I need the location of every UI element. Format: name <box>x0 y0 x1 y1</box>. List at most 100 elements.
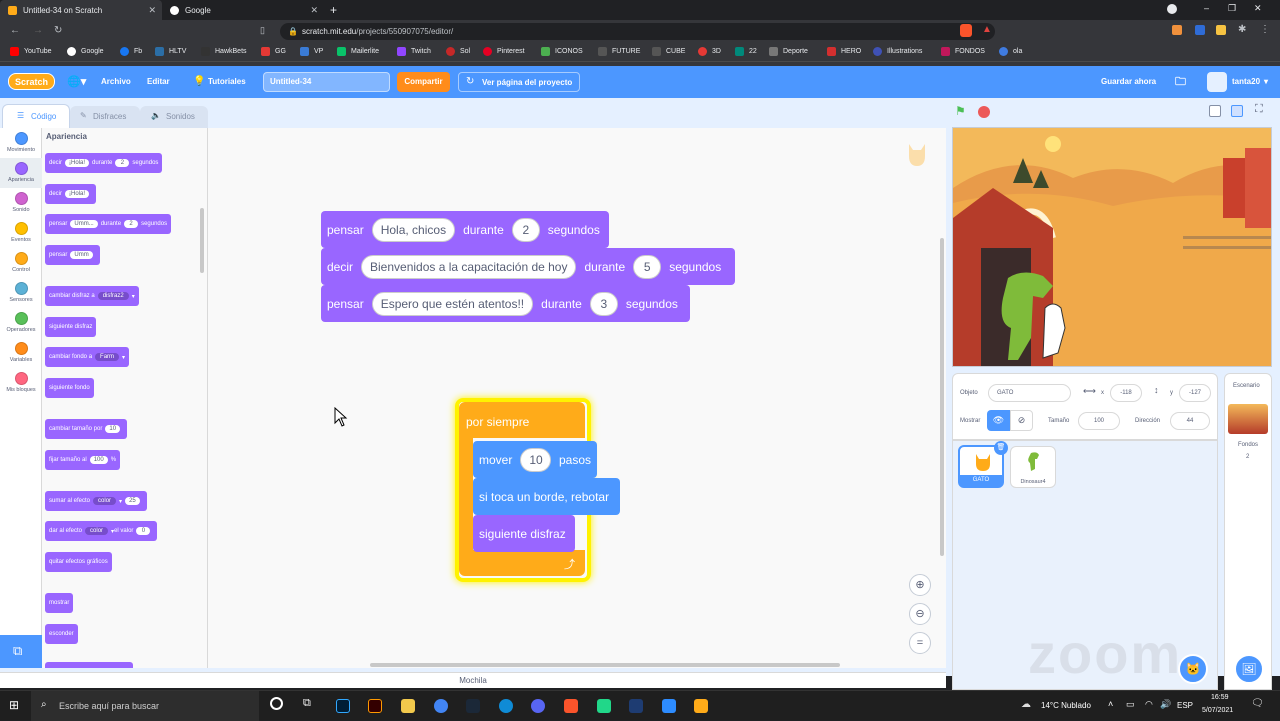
bookmark-mailerlite[interactable]: Mailerlite <box>337 47 379 56</box>
bookmark-pinterest[interactable]: Pinterest <box>483 47 525 56</box>
bookmark-fondos[interactable]: FONDOS <box>941 47 985 56</box>
language-indicator[interactable]: ESP <box>1177 701 1193 710</box>
chevron-down-icon[interactable]: ▾ <box>1264 66 1268 98</box>
menu-archivo[interactable]: Archivo <box>101 66 131 98</box>
project-page-button[interactable]: ↻ Ver página del proyecto <box>458 72 580 92</box>
small-stage-icon[interactable] <box>1209 105 1221 117</box>
back-icon[interactable]: ← <box>10 25 20 36</box>
fullscreen-icon[interactable]: ⛶ <box>1255 103 1263 116</box>
bookmark-future[interactable]: FUTURE <box>598 47 640 56</box>
tab-google[interactable]: Google ✕ <box>162 0 324 20</box>
bookmark-ola[interactable]: ola <box>999 47 1022 56</box>
bookmark-hltv[interactable]: HLTV <box>155 47 186 56</box>
bookmark-google[interactable]: Google <box>67 47 104 56</box>
bookmark-iconos[interactable]: ICONOS <box>541 47 583 56</box>
bookmark-cube[interactable]: CUBE <box>652 47 685 56</box>
x-input[interactable]: -118 <box>1110 384 1142 402</box>
script-vscrollbar[interactable] <box>940 238 944 556</box>
folder-icon[interactable]: 🗀 <box>1175 66 1186 98</box>
tab-sounds[interactable]: 🔈 Sonidos <box>140 106 208 128</box>
category-movimiento[interactable]: Movimiento <box>0 132 42 153</box>
avatar[interactable] <box>1207 72 1227 92</box>
window-close-icon[interactable]: ✕ <box>1254 3 1262 14</box>
zoom-in-button[interactable]: ⊕ <box>909 574 931 596</box>
file-explorer-icon[interactable] <box>401 699 415 713</box>
palette-block-show[interactable]: mostrar <box>45 593 74 613</box>
stage-target-panel[interactable]: Escenario Fondos 2 <box>1224 373 1272 690</box>
add-sprite-button[interactable]: 🐱 <box>1178 654 1208 684</box>
add-extension-button[interactable]: ⧉ <box>0 635 42 668</box>
zoom-app-icon[interactable] <box>662 699 676 713</box>
bookmark-hero[interactable]: HERO <box>827 47 861 56</box>
edge-icon[interactable] <box>499 699 513 713</box>
sprite-tile-dinosaur4[interactable]: Dinosaur4 <box>1010 446 1056 488</box>
tab-scratch[interactable]: Untitled-34 on Scratch ✕ <box>0 0 162 20</box>
cortana-icon[interactable] <box>270 697 283 710</box>
volume-icon[interactable]: 🔊 <box>1160 699 1171 710</box>
script-say-block[interactable]: decir Bienvenidos a la capacitación de ho… <box>321 248 735 285</box>
y-input[interactable]: -127 <box>1179 384 1211 402</box>
bookmark-twitch[interactable]: Twitch <box>397 47 431 56</box>
windows-start-icon[interactable]: ⊞ <box>9 698 19 712</box>
kebab-menu-icon[interactable]: ⋮ <box>1260 24 1270 35</box>
palette-block-think[interactable]: pensar Umm <box>45 245 100 265</box>
script-move-block[interactable]: mover 10 pasos <box>473 441 597 478</box>
clock-date[interactable]: 5/07/2021 <box>1202 707 1233 714</box>
save-now-button[interactable]: Guardar ahora <box>1101 66 1156 98</box>
script-hscrollbar[interactable] <box>370 663 840 667</box>
forward-icon[interactable]: → <box>33 25 43 36</box>
extension-icon[interactable] <box>1195 25 1205 35</box>
delete-sprite-icon[interactable]: 🗑 <box>994 441 1008 455</box>
globe-icon[interactable]: 🌐▾ <box>67 66 86 98</box>
add-backdrop-button[interactable]: 🖼 <box>1234 654 1264 684</box>
scratch-app-icon[interactable] <box>694 699 708 713</box>
script-bounce-block[interactable]: si toca un borde, rebotar <box>473 478 620 515</box>
puzzle-icon[interactable]: ✱ <box>1238 24 1246 35</box>
backpack-bar[interactable]: Mochila <box>0 672 946 688</box>
zoom-reset-button[interactable]: = <box>909 632 931 654</box>
pycharm-icon[interactable] <box>597 699 611 713</box>
photoshop-icon[interactable] <box>336 699 350 713</box>
illustrator-icon[interactable] <box>368 699 382 713</box>
taskbar-search[interactable]: ⌕ Escribe aquí para buscar <box>31 691 259 721</box>
tab-code[interactable]: ☰ Código <box>2 104 70 128</box>
project-title-input[interactable]: Untitled-34 <box>263 72 390 92</box>
brave-rewards-icon[interactable]: ▲ <box>982 24 992 35</box>
movie-editor-icon[interactable] <box>629 699 643 713</box>
hide-eye-icon[interactable]: ⊘ <box>1010 410 1033 431</box>
palette-block-next-costume[interactable]: siguiente disfraz <box>45 317 97 337</box>
palette-scrollbar[interactable] <box>200 208 204 273</box>
username[interactable]: tanta20 <box>1232 66 1260 98</box>
brave-icon[interactable] <box>564 699 578 713</box>
category-operadores[interactable]: Operadores <box>0 312 42 333</box>
palette-block-hide[interactable]: esconder <box>45 624 78 644</box>
palette-block-next-backdrop[interactable]: siguiente fondo <box>45 378 94 398</box>
menu-editar[interactable]: Editar <box>147 66 170 98</box>
palette-block-switch-backdrop[interactable]: cambiar fondo a Farm ▾ <box>45 347 130 367</box>
notifications-icon[interactable]: 🗨 <box>1251 698 1264 709</box>
palette-block-set-effect[interactable]: dar al efecto color ▾ el valor 0 <box>45 521 158 541</box>
category-variables[interactable]: Variables <box>0 342 42 363</box>
bookmark-hawkbets[interactable]: HawkBets <box>201 47 247 56</box>
script-next-costume-block[interactable]: siguiente disfraz <box>473 515 575 552</box>
tab-costumes[interactable]: ✎ Disfraces <box>70 106 140 128</box>
show-eye-icon[interactable]: 👁 <box>987 410 1010 431</box>
close-tab-icon[interactable]: ✕ <box>148 5 156 16</box>
task-view-icon[interactable]: ⧉ <box>303 697 311 710</box>
url-input[interactable]: 🔒 scratch.mit.edu/projects/550907075/edi… <box>280 23 995 40</box>
bookmark-sol[interactable]: Sol <box>446 47 470 56</box>
palette-block-change-effect[interactable]: sumar al efecto color ▾ 25 <box>45 491 147 511</box>
bookmark-22[interactable]: 22 <box>735 47 757 56</box>
forever-block[interactable]: por siempre <box>459 402 585 438</box>
sprite-tile-gato[interactable]: GATO 🗑 <box>958 441 1008 488</box>
stop-icon[interactable] <box>978 106 990 118</box>
brave-shield-icon[interactable] <box>960 24 972 37</box>
restore-icon[interactable]: ❐ <box>1228 3 1236 14</box>
sprite-name-input[interactable]: GATO <box>988 384 1071 402</box>
script-think-block[interactable]: pensar Hola, chicos durante 2 segundos <box>321 211 609 248</box>
palette-block-change-size[interactable]: cambiar tamaño por 10 <box>45 419 128 439</box>
scratch-logo[interactable]: Scratch <box>8 73 55 90</box>
green-flag-icon[interactable]: ⚑ <box>955 104 966 118</box>
script-think-block[interactable]: pensar Espero que estén atentos!! durante 3… <box>321 285 690 322</box>
category-eventos[interactable]: Eventos <box>0 222 42 243</box>
